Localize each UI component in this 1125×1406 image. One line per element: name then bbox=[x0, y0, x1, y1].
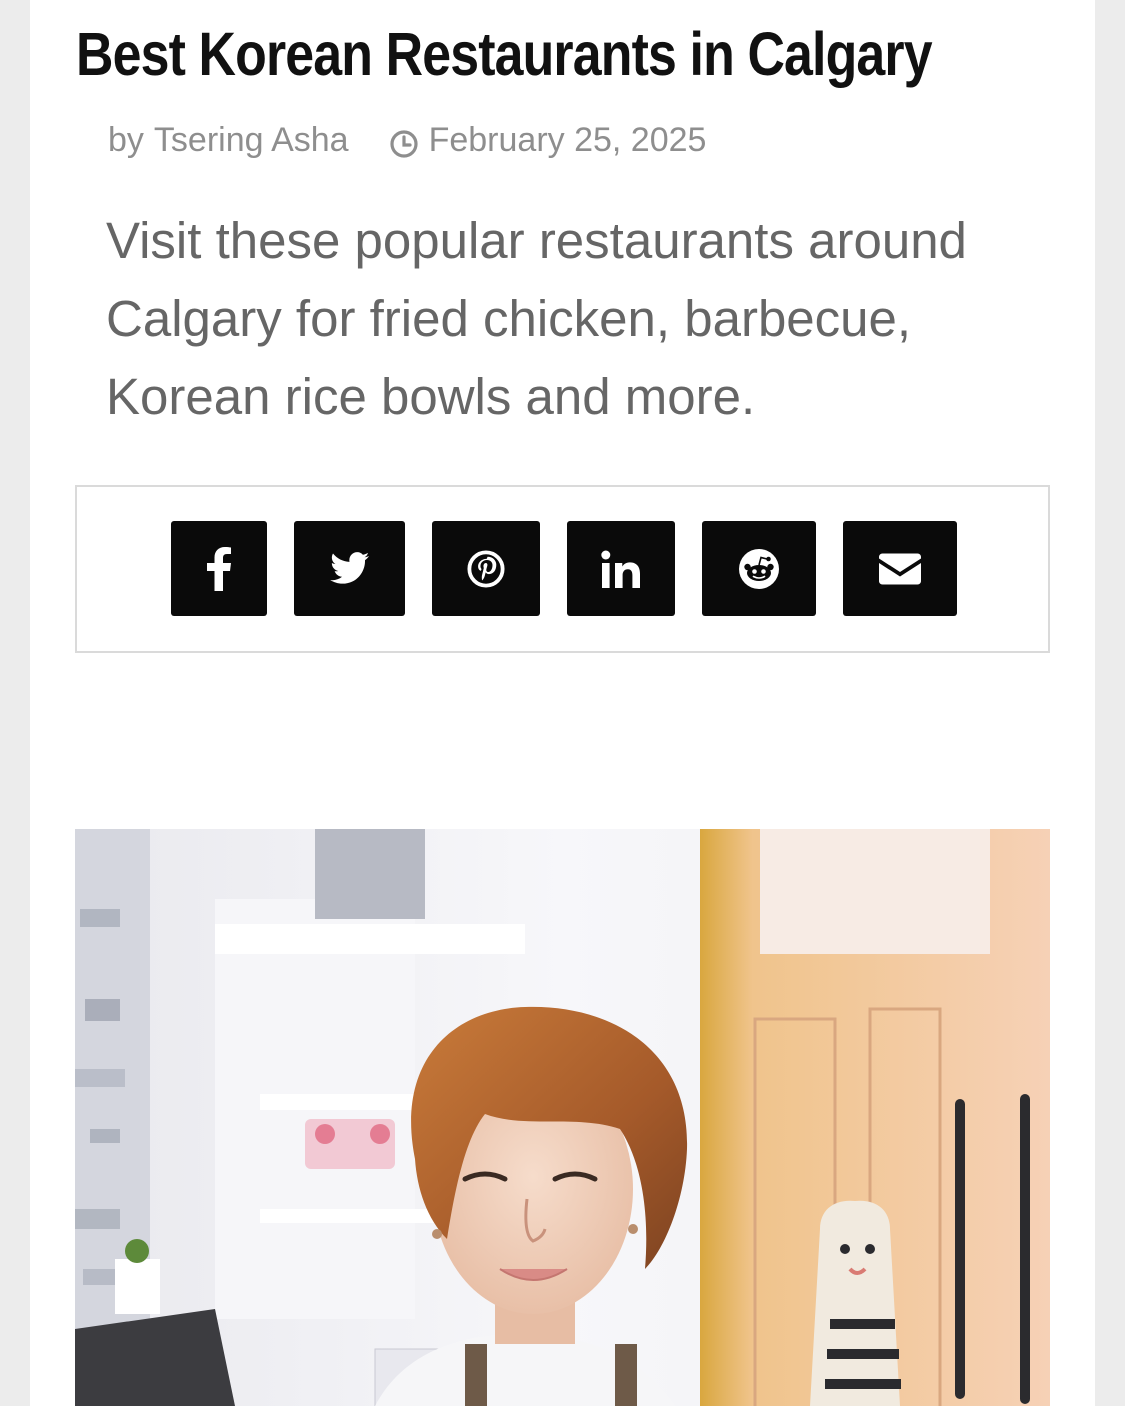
author-link[interactable]: Tsering Asha bbox=[154, 118, 349, 162]
facebook-icon bbox=[206, 546, 232, 591]
share-email-button[interactable] bbox=[843, 521, 957, 616]
share-reddit-button[interactable] bbox=[702, 521, 816, 616]
envelope-icon bbox=[878, 553, 922, 585]
publish-date: February 25, 2025 bbox=[428, 121, 707, 159]
share-bar bbox=[75, 485, 1050, 653]
share-linkedin-button[interactable] bbox=[567, 521, 675, 616]
linkedin-icon bbox=[601, 550, 641, 588]
pinterest-icon bbox=[467, 549, 505, 588]
share-facebook-button[interactable] bbox=[171, 521, 267, 616]
share-twitter-button[interactable] bbox=[294, 521, 405, 616]
reddit-icon bbox=[738, 548, 780, 590]
share-pinterest-button[interactable] bbox=[432, 521, 540, 616]
article-excerpt: Visit these popular restaurants around C… bbox=[106, 212, 967, 425]
article-page: Best Korean Restaurants in Calgary by Ts… bbox=[30, 0, 1095, 1406]
byline-prefix: by bbox=[108, 121, 144, 159]
article-title: Best Korean Restaurants in Calgary bbox=[76, 20, 933, 88]
clock-icon bbox=[389, 126, 419, 158]
featured-image bbox=[75, 829, 1050, 1406]
twitter-icon bbox=[329, 552, 370, 585]
article-meta: by Tsering Asha February 25, 2025 bbox=[108, 118, 706, 162]
